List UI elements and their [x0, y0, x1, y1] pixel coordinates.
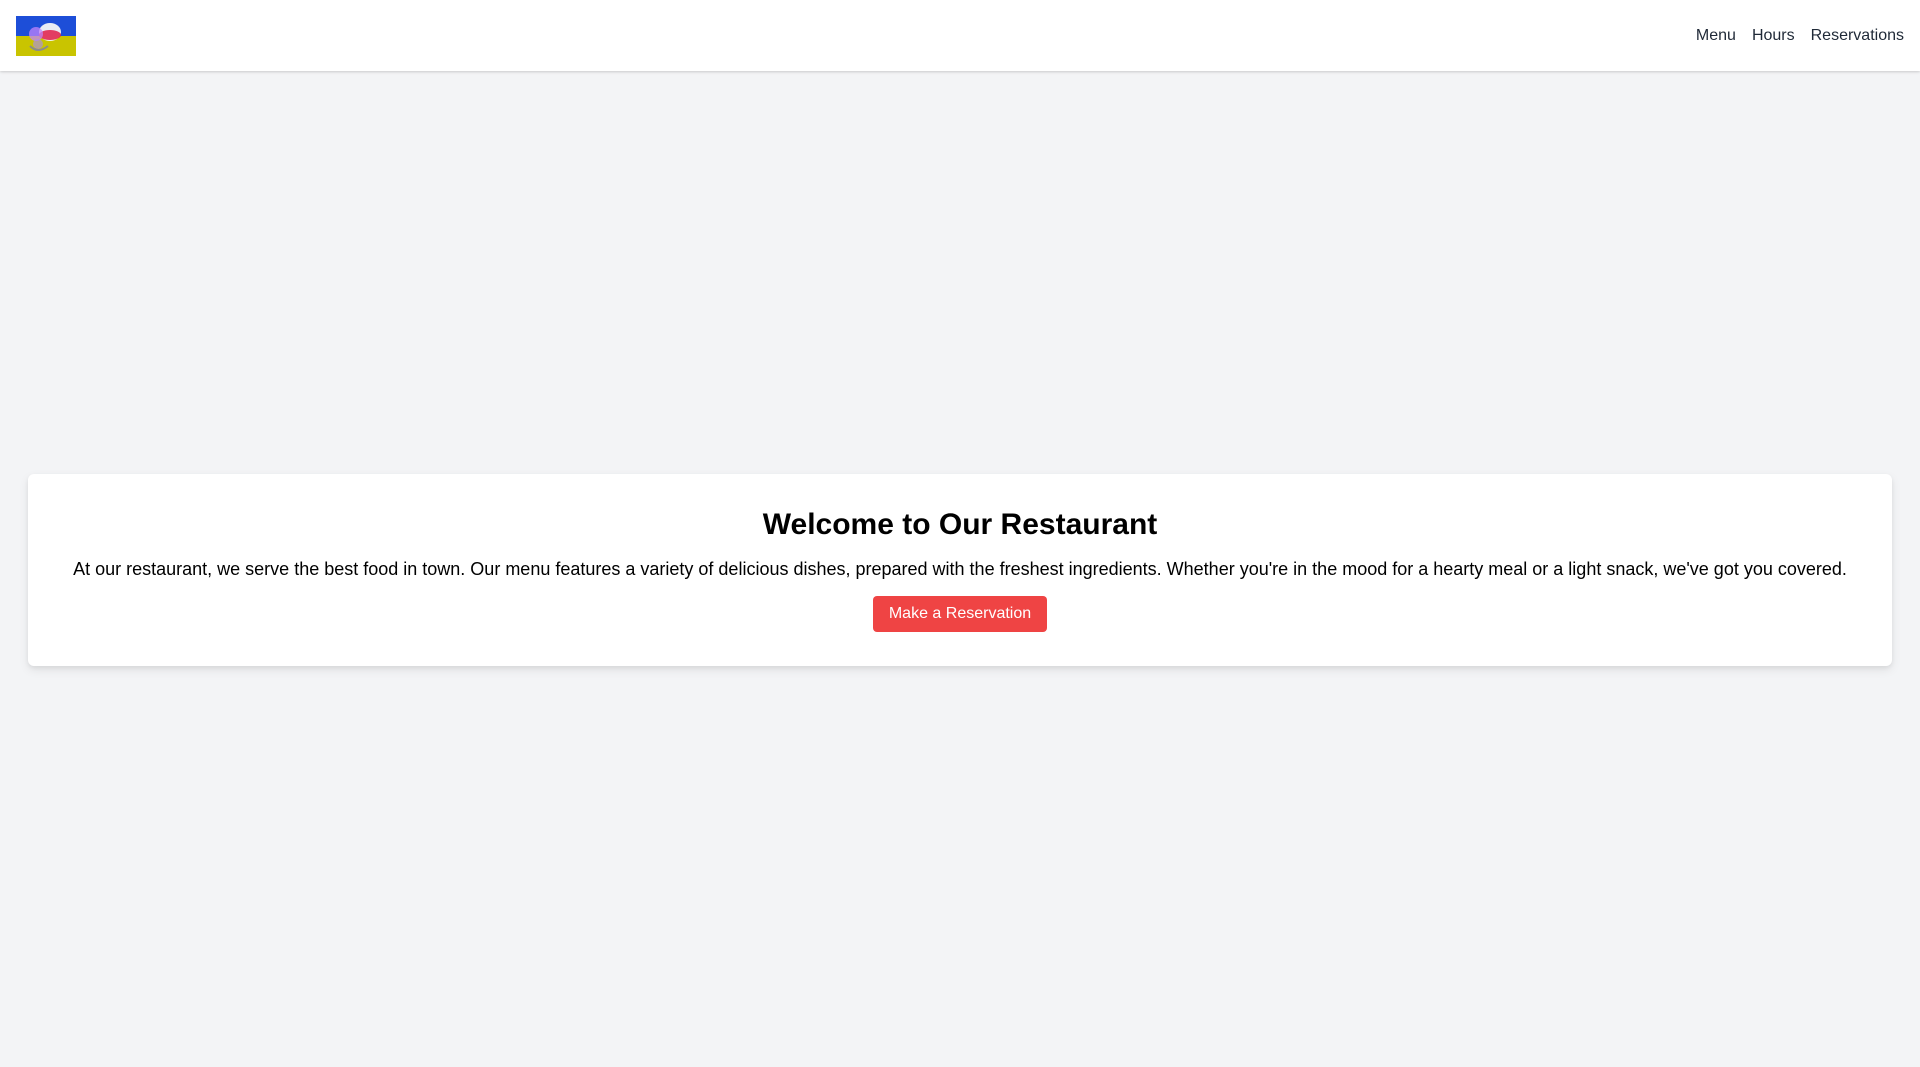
navbar: Menu Hours Reservations — [0, 0, 1920, 71]
nav-link-menu[interactable]: Menu — [1696, 24, 1736, 48]
make-reservation-button[interactable]: Make a Reservation — [872, 596, 1048, 632]
hero-card: Welcome to Our Restaurant At our restaur… — [28, 474, 1892, 666]
hero-description: At our restaurant, we serve the best foo… — [73, 559, 1847, 579]
restaurant-logo-icon[interactable] — [16, 15, 76, 56]
nav-link-hours[interactable]: Hours — [1752, 24, 1795, 48]
nav-link-reservations[interactable]: Reservations — [1811, 24, 1904, 48]
logo-link[interactable] — [16, 15, 76, 56]
main-navigation: Menu Hours Reservations — [1696, 24, 1904, 48]
hero-title: Welcome to Our Restaurant — [762, 508, 1158, 541]
